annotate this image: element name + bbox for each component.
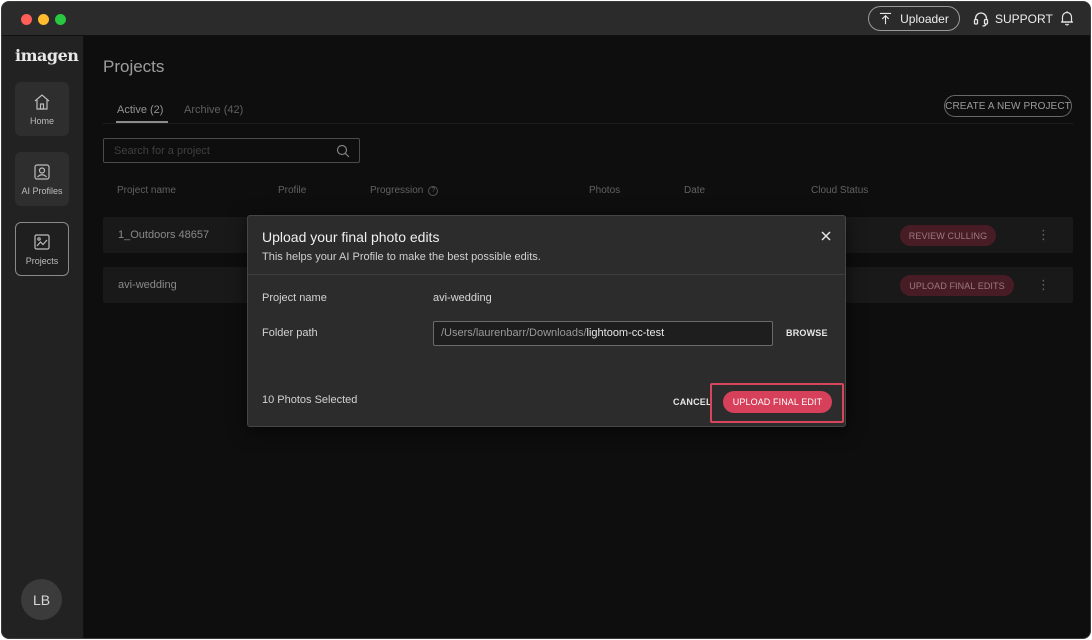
title-bar: Uploader SUPPORT (2, 2, 1090, 36)
upload-final-edit-button[interactable]: UPLOAD FINAL EDIT (723, 391, 832, 413)
divider (248, 274, 845, 275)
sidebar-item-home[interactable]: Home (15, 82, 69, 136)
avatar[interactable]: LB (21, 579, 62, 620)
folder-path-folder: lightoom-cc-test (586, 327, 665, 339)
upload-icon (880, 12, 892, 25)
support-button[interactable]: SUPPORT (973, 8, 1053, 30)
home-icon (34, 94, 50, 110)
project-name-label: Project name (262, 292, 327, 304)
folder-path-label: Folder path (262, 327, 318, 339)
upload-final-edits-dialog: Upload your final photo edits This helps… (247, 215, 846, 427)
app-window: Uploader SUPPORT imagen Home AI Profiles… (1, 1, 1091, 639)
cancel-button[interactable]: CANCEL (673, 397, 712, 407)
minimize-window-button[interactable] (38, 14, 49, 25)
sidebar-item-projects[interactable]: Projects (15, 222, 69, 276)
sidebar-item-label: AI Profiles (21, 186, 63, 196)
ai-profile-icon (34, 164, 50, 180)
headset-icon (973, 12, 989, 27)
bell-icon[interactable] (1059, 10, 1075, 26)
uploader-label: Uploader (900, 11, 949, 26)
photos-selected-count: 10 Photos Selected (262, 394, 358, 406)
sidebar-item-ai-profiles[interactable]: AI Profiles (15, 152, 69, 206)
folder-path-prefix: /Users/laurenbarr/Downloads/ (441, 327, 587, 339)
support-label: SUPPORT (995, 12, 1053, 26)
sidebar-item-label: Projects (25, 256, 59, 266)
projects-icon (34, 234, 50, 250)
uploader-button[interactable]: Uploader (868, 6, 960, 31)
folder-path-field[interactable]: /Users/laurenbarr/Downloads/lightoom-cc-… (433, 321, 773, 346)
close-icon[interactable] (820, 230, 832, 242)
maximize-window-button[interactable] (55, 14, 66, 25)
sidebar-item-label: Home (29, 116, 54, 126)
dialog-subtitle: This helps your AI Profile to make the b… (262, 251, 541, 263)
browse-button[interactable]: BROWSE (786, 328, 828, 338)
app-logo: imagen (15, 46, 79, 65)
dialog-title: Upload your final photo edits (262, 229, 440, 245)
project-name-value: avi-wedding (433, 292, 492, 304)
sidebar: imagen Home AI Profiles Projects LB (2, 36, 84, 638)
close-window-button[interactable] (21, 14, 32, 25)
